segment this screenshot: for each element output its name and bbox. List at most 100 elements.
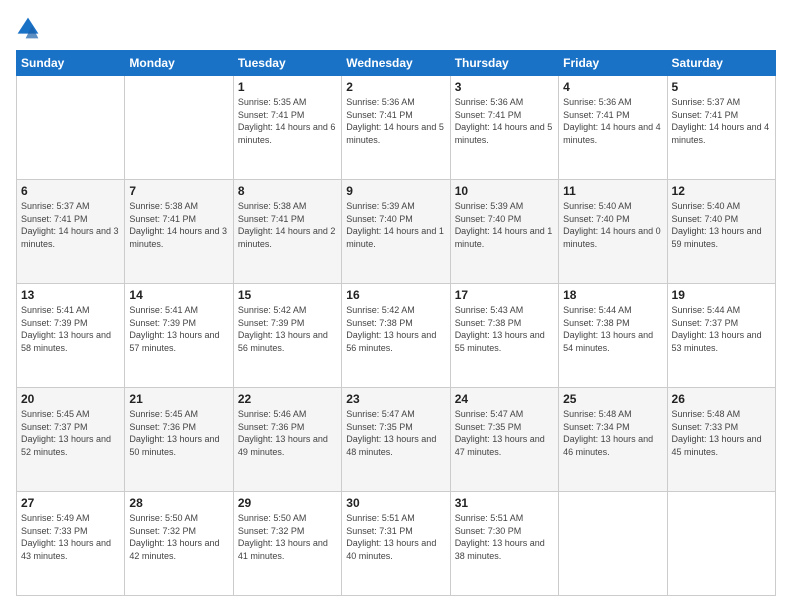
- weekday-thursday: Thursday: [450, 51, 558, 76]
- day-info: Sunrise: 5:36 AM Sunset: 7:41 PM Dayligh…: [346, 96, 445, 146]
- day-info: Sunrise: 5:43 AM Sunset: 7:38 PM Dayligh…: [455, 304, 554, 354]
- calendar-cell: 16 Sunrise: 5:42 AM Sunset: 7:38 PM Dayli…: [342, 284, 450, 388]
- day-number: 3: [455, 80, 554, 94]
- day-number: 22: [238, 392, 337, 406]
- day-info: Sunrise: 5:38 AM Sunset: 7:41 PM Dayligh…: [238, 200, 337, 250]
- day-number: 16: [346, 288, 445, 302]
- day-number: 8: [238, 184, 337, 198]
- day-number: 7: [129, 184, 228, 198]
- calendar-cell: 31 Sunrise: 5:51 AM Sunset: 7:30 PM Dayli…: [450, 492, 558, 596]
- day-number: 21: [129, 392, 228, 406]
- day-info: Sunrise: 5:45 AM Sunset: 7:36 PM Dayligh…: [129, 408, 228, 458]
- day-number: 23: [346, 392, 445, 406]
- calendar-body: 1 Sunrise: 5:35 AM Sunset: 7:41 PM Daylig…: [17, 76, 776, 596]
- calendar-cell: 15Sunrise: 5:42 AM Sunset: 7:39 PM Dayli…: [233, 284, 341, 388]
- calendar-cell: [667, 492, 775, 596]
- calendar-cell: 8 Sunrise: 5:38 AM Sunset: 7:41 PM Daylig…: [233, 180, 341, 284]
- day-number: 24: [455, 392, 554, 406]
- day-number: 1: [238, 80, 337, 94]
- week-row-4: 20 Sunrise: 5:45 AM Sunset: 7:37 PM Dayli…: [17, 388, 776, 492]
- calendar-cell: 23 Sunrise: 5:47 AM Sunset: 7:35 PM Dayli…: [342, 388, 450, 492]
- day-number: 28: [129, 496, 228, 510]
- day-number: 14: [129, 288, 228, 302]
- weekday-sunday: Sunday: [17, 51, 125, 76]
- day-info: Sunrise: 5:41 AM Sunset: 7:39 PM Dayligh…: [129, 304, 228, 354]
- weekday-tuesday: Tuesday: [233, 51, 341, 76]
- calendar-cell: 19Sunrise: 5:44 AM Sunset: 7:37 PM Dayli…: [667, 284, 775, 388]
- week-row-5: 27 Sunrise: 5:49 AM Sunset: 7:33 PM Dayli…: [17, 492, 776, 596]
- day-number: 31: [455, 496, 554, 510]
- day-info: Sunrise: 5:48 AM Sunset: 7:33 PM Dayligh…: [672, 408, 771, 458]
- calendar-cell: 4Sunrise: 5:36 AM Sunset: 7:41 PM Daylig…: [559, 76, 667, 180]
- calendar-cell: 2Sunrise: 5:36 AM Sunset: 7:41 PM Daylig…: [342, 76, 450, 180]
- logo: [16, 16, 44, 40]
- weekday-monday: Monday: [125, 51, 233, 76]
- day-info: Sunrise: 5:38 AM Sunset: 7:41 PM Dayligh…: [129, 200, 228, 250]
- day-info: Sunrise: 5:39 AM Sunset: 7:40 PM Dayligh…: [455, 200, 554, 250]
- day-number: 13: [21, 288, 120, 302]
- day-info: Sunrise: 5:39 AM Sunset: 7:40 PM Dayligh…: [346, 200, 445, 250]
- calendar-cell: 11Sunrise: 5:40 AM Sunset: 7:40 PM Dayli…: [559, 180, 667, 284]
- day-number: 10: [455, 184, 554, 198]
- calendar-cell: [559, 492, 667, 596]
- day-number: 5: [672, 80, 771, 94]
- calendar-cell: 7 Sunrise: 5:38 AM Sunset: 7:41 PM Daylig…: [125, 180, 233, 284]
- calendar-cell: 25 Sunrise: 5:48 AM Sunset: 7:34 PM Dayli…: [559, 388, 667, 492]
- day-number: 25: [563, 392, 662, 406]
- calendar-cell: [125, 76, 233, 180]
- calendar-cell: 29 Sunrise: 5:50 AM Sunset: 7:32 PM Dayli…: [233, 492, 341, 596]
- day-number: 18: [563, 288, 662, 302]
- calendar-cell: 10 Sunrise: 5:39 AM Sunset: 7:40 PM Dayli…: [450, 180, 558, 284]
- week-row-1: 1 Sunrise: 5:35 AM Sunset: 7:41 PM Daylig…: [17, 76, 776, 180]
- day-number: 11: [563, 184, 662, 198]
- calendar-cell: 18 Sunrise: 5:44 AM Sunset: 7:38 PM Dayli…: [559, 284, 667, 388]
- day-info: Sunrise: 5:35 AM Sunset: 7:41 PM Dayligh…: [238, 96, 337, 146]
- day-info: Sunrise: 5:45 AM Sunset: 7:37 PM Dayligh…: [21, 408, 120, 458]
- day-number: 20: [21, 392, 120, 406]
- calendar-cell: 27 Sunrise: 5:49 AM Sunset: 7:33 PM Dayli…: [17, 492, 125, 596]
- day-info: Sunrise: 5:51 AM Sunset: 7:31 PM Dayligh…: [346, 512, 445, 562]
- week-row-2: 6 Sunrise: 5:37 AM Sunset: 7:41 PM Daylig…: [17, 180, 776, 284]
- weekday-friday: Friday: [559, 51, 667, 76]
- day-info: Sunrise: 5:37 AM Sunset: 7:41 PM Dayligh…: [21, 200, 120, 250]
- calendar-cell: 20 Sunrise: 5:45 AM Sunset: 7:37 PM Dayli…: [17, 388, 125, 492]
- day-info: Sunrise: 5:49 AM Sunset: 7:33 PM Dayligh…: [21, 512, 120, 562]
- day-info: Sunrise: 5:51 AM Sunset: 7:30 PM Dayligh…: [455, 512, 554, 562]
- calendar-cell: 22Sunrise: 5:46 AM Sunset: 7:36 PM Dayli…: [233, 388, 341, 492]
- calendar-cell: 3 Sunrise: 5:36 AM Sunset: 7:41 PM Daylig…: [450, 76, 558, 180]
- calendar-cell: 12Sunrise: 5:40 AM Sunset: 7:40 PM Dayli…: [667, 180, 775, 284]
- day-number: 27: [21, 496, 120, 510]
- day-number: 26: [672, 392, 771, 406]
- day-info: Sunrise: 5:36 AM Sunset: 7:41 PM Dayligh…: [455, 96, 554, 146]
- day-info: Sunrise: 5:37 AM Sunset: 7:41 PM Dayligh…: [672, 96, 771, 146]
- weekday-header-row: SundayMondayTuesdayWednesdayThursdayFrid…: [17, 51, 776, 76]
- calendar-cell: 26 Sunrise: 5:48 AM Sunset: 7:33 PM Dayli…: [667, 388, 775, 492]
- calendar-cell: 28Sunrise: 5:50 AM Sunset: 7:32 PM Dayli…: [125, 492, 233, 596]
- day-info: Sunrise: 5:36 AM Sunset: 7:41 PM Dayligh…: [563, 96, 662, 146]
- calendar-cell: 21 Sunrise: 5:45 AM Sunset: 7:36 PM Dayli…: [125, 388, 233, 492]
- day-info: Sunrise: 5:41 AM Sunset: 7:39 PM Dayligh…: [21, 304, 120, 354]
- day-number: 19: [672, 288, 771, 302]
- day-number: 29: [238, 496, 337, 510]
- day-info: Sunrise: 5:44 AM Sunset: 7:38 PM Dayligh…: [563, 304, 662, 354]
- page-header: [16, 16, 776, 40]
- calendar-cell: 9Sunrise: 5:39 AM Sunset: 7:40 PM Daylig…: [342, 180, 450, 284]
- day-info: Sunrise: 5:48 AM Sunset: 7:34 PM Dayligh…: [563, 408, 662, 458]
- day-number: 12: [672, 184, 771, 198]
- day-number: 30: [346, 496, 445, 510]
- weekday-wednesday: Wednesday: [342, 51, 450, 76]
- day-info: Sunrise: 5:50 AM Sunset: 7:32 PM Dayligh…: [238, 512, 337, 562]
- calendar-cell: 6 Sunrise: 5:37 AM Sunset: 7:41 PM Daylig…: [17, 180, 125, 284]
- day-info: Sunrise: 5:42 AM Sunset: 7:38 PM Dayligh…: [346, 304, 445, 354]
- calendar-cell: 14 Sunrise: 5:41 AM Sunset: 7:39 PM Dayli…: [125, 284, 233, 388]
- day-number: 15: [238, 288, 337, 302]
- day-info: Sunrise: 5:47 AM Sunset: 7:35 PM Dayligh…: [346, 408, 445, 458]
- calendar-cell: 1 Sunrise: 5:35 AM Sunset: 7:41 PM Daylig…: [233, 76, 341, 180]
- day-number: 6: [21, 184, 120, 198]
- calendar-cell: 5 Sunrise: 5:37 AM Sunset: 7:41 PM Daylig…: [667, 76, 775, 180]
- calendar-cell: 30 Sunrise: 5:51 AM Sunset: 7:31 PM Dayli…: [342, 492, 450, 596]
- weekday-saturday: Saturday: [667, 51, 775, 76]
- calendar-cell: 13 Sunrise: 5:41 AM Sunset: 7:39 PM Dayli…: [17, 284, 125, 388]
- week-row-3: 13 Sunrise: 5:41 AM Sunset: 7:39 PM Dayli…: [17, 284, 776, 388]
- logo-icon: [16, 16, 40, 40]
